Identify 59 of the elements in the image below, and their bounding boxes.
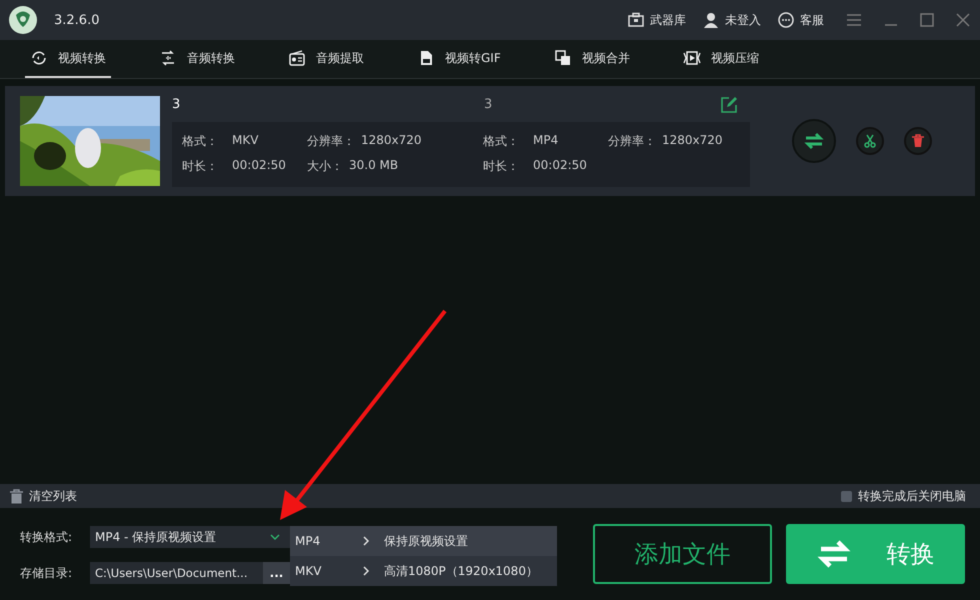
folder-path-field[interactable]: C:\Users\User\Document... — [90, 562, 263, 584]
info-label: 时长： — [182, 158, 219, 175]
info-value: 30.0 MB — [349, 158, 398, 174]
info-value: 1280x720 — [361, 133, 422, 149]
chat-bubble-icon — [777, 11, 795, 29]
info-label: 格式： — [182, 133, 219, 150]
tab[interactable]: 视频合并 — [548, 40, 635, 78]
delete-button[interactable] — [904, 127, 932, 155]
info-value: 00:02:50 — [232, 158, 286, 174]
tab[interactable]: 音频转换 — [154, 40, 240, 78]
field-label: 存储目录: — [20, 564, 74, 582]
overlapping-squares-icon — [554, 49, 572, 67]
info-label: 大小： — [307, 158, 343, 175]
maximize-icon[interactable] — [920, 13, 934, 27]
output-file-name: 3 — [484, 97, 494, 112]
radio-icon — [288, 49, 306, 67]
user-icon — [702, 11, 720, 29]
format-menu-item[interactable]: MKV 高清1080P（1920x1080） — [290, 556, 557, 586]
info-label: 时长： — [483, 158, 520, 175]
info-value: MKV — [232, 133, 258, 149]
header-link[interactable]: 客服 — [777, 11, 824, 29]
app-version: 3.2.6.0 — [54, 12, 100, 28]
chevron-right-icon — [363, 536, 370, 546]
toolbox-icon — [627, 11, 645, 29]
field-label: 转换格式: — [20, 528, 74, 546]
audio-convert-icon — [159, 49, 177, 67]
add-files-button[interactable]: 添加文件 — [593, 524, 772, 584]
shutdown-checkbox[interactable]: 转换完成后关闭电脑 — [841, 488, 966, 504]
cycle-icon — [30, 49, 48, 67]
header-link[interactable]: 未登入 — [702, 11, 761, 29]
trash-icon — [911, 134, 925, 148]
file-name: 3 — [172, 97, 182, 112]
edit-icon[interactable] — [720, 96, 738, 114]
close-icon[interactable] — [956, 13, 970, 27]
info-label: 格式： — [483, 133, 520, 150]
menu-icon[interactable] — [846, 13, 862, 27]
convert-file-button[interactable] — [792, 119, 836, 163]
chevron-right-icon — [363, 566, 370, 576]
tab[interactable]: 视频转换 — [25, 40, 111, 78]
trim-button[interactable] — [856, 127, 884, 155]
tab[interactable]: 视频压缩 — [678, 40, 764, 78]
info-value: 00:02:50 — [533, 158, 587, 174]
browse-button[interactable]: ... — [263, 562, 290, 584]
tab[interactable]: 视频转GIF — [412, 40, 506, 78]
format-menu-item[interactable]: MP4 保持原视频设置 — [290, 526, 557, 556]
tab[interactable]: 音频提取 — [283, 40, 369, 78]
chevron-down-icon — [270, 534, 280, 540]
app-logo-icon — [8, 5, 38, 35]
swap-arrows-icon — [816, 539, 850, 569]
info-label: 分辨率： — [608, 133, 656, 150]
info-label: 分辨率： — [307, 133, 355, 150]
header-link[interactable]: 武器库 — [627, 11, 686, 29]
clear-list-button[interactable]: 清空列表 — [10, 488, 77, 504]
trash-icon — [10, 488, 23, 504]
compress-icon — [682, 49, 701, 67]
info-value: MP4 — [533, 133, 558, 149]
info-value: 1280x720 — [662, 133, 723, 149]
scissors-icon — [863, 134, 877, 148]
format-dropdown[interactable]: MP4 - 保持原视频设置 — [90, 526, 290, 548]
